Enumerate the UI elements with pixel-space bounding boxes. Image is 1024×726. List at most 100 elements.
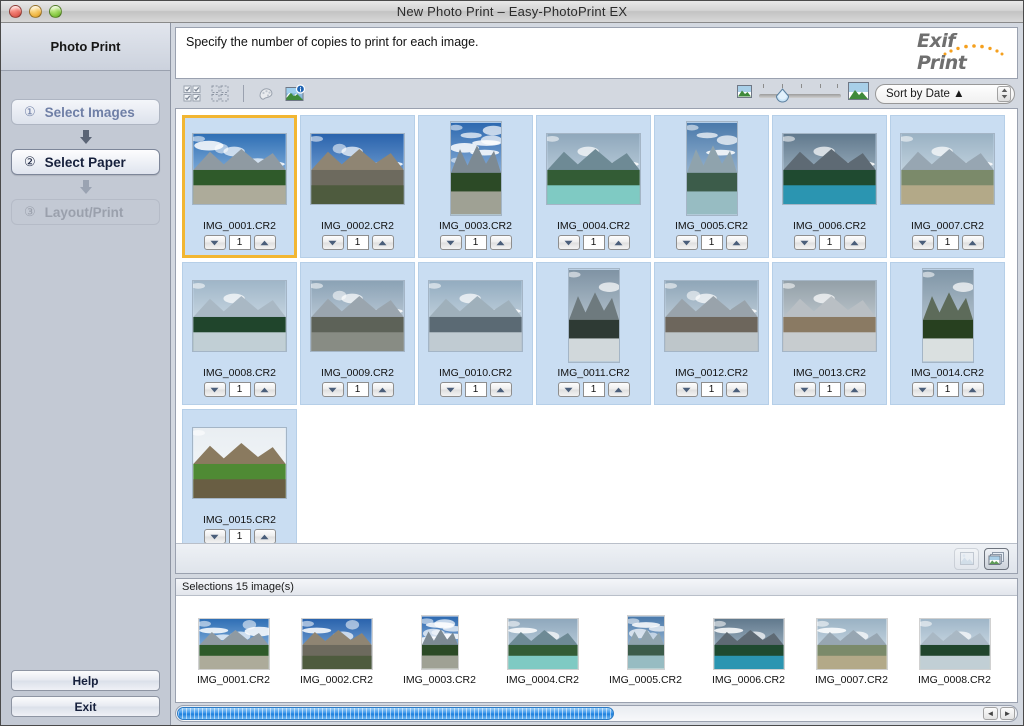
decrease-copies-button[interactable] — [911, 382, 934, 397]
thumbnail-image[interactable] — [896, 267, 999, 364]
copies-value[interactable]: 1 — [818, 235, 841, 250]
tray-item[interactable]: IMG_0007.CR2 — [800, 613, 903, 686]
decrease-copies-button[interactable] — [439, 235, 462, 250]
thumbnail-image[interactable] — [778, 120, 881, 217]
increase-copies-button[interactable] — [961, 382, 984, 397]
increase-copies-button[interactable] — [253, 529, 276, 543]
slider-thumb[interactable] — [775, 87, 790, 104]
decrease-copies-button[interactable] — [321, 235, 344, 250]
copies-value[interactable]: 1 — [936, 382, 959, 397]
sidebar-item-select-images[interactable]: ① Select Images — [11, 99, 160, 125]
thumbnail-image[interactable] — [660, 120, 763, 217]
increase-copies-button[interactable] — [843, 382, 866, 397]
tray-item[interactable]: IMG_0003.CR2 — [388, 613, 491, 686]
stacked-view-button[interactable] — [984, 547, 1009, 570]
thumbnail-card[interactable]: IMG_0011.CR2 1 — [536, 262, 651, 405]
increase-copies-button[interactable] — [725, 235, 748, 250]
select-all-icon[interactable] — [181, 83, 203, 104]
copies-value[interactable]: 1 — [700, 235, 723, 250]
tray-thumbnail[interactable] — [420, 613, 459, 670]
increase-copies-button[interactable] — [489, 382, 512, 397]
thumbnail-card[interactable]: IMG_0015.CR2 1 — [182, 409, 297, 543]
increase-copies-button[interactable] — [961, 235, 984, 250]
thumbnail-image[interactable] — [306, 267, 409, 364]
tray-thumbnail[interactable] — [506, 613, 579, 670]
copies-value[interactable]: 1 — [464, 235, 487, 250]
tray-thumbnail[interactable] — [197, 613, 270, 670]
thumbnail-image[interactable] — [424, 120, 527, 217]
thumbnail-image[interactable] — [660, 267, 763, 364]
thumbnail-card[interactable]: IMG_0007.CR2 1 — [890, 115, 1005, 258]
tray-item[interactable]: IMG_0005.CR2 — [594, 613, 697, 686]
decrease-copies-button[interactable] — [321, 382, 344, 397]
sidebar-item-select-paper[interactable]: ② Select Paper — [11, 149, 160, 175]
copies-value[interactable]: 1 — [346, 382, 369, 397]
thumbnail-image[interactable] — [188, 267, 291, 364]
copies-value[interactable]: 1 — [464, 382, 487, 397]
copies-value[interactable]: 1 — [700, 382, 723, 397]
thumbnail-image[interactable] — [424, 267, 527, 364]
thumbnail-card[interactable]: IMG_0008.CR2 1 — [182, 262, 297, 405]
thumbnail-image[interactable] — [188, 120, 291, 217]
decrease-copies-button[interactable] — [557, 382, 580, 397]
decrease-copies-button[interactable] — [911, 235, 934, 250]
decrease-copies-button[interactable] — [557, 235, 580, 250]
tray-item[interactable]: IMG_0002.CR2 — [285, 613, 388, 686]
thumbnail-card[interactable]: IMG_0004.CR2 1 — [536, 115, 651, 258]
thumbnail-image[interactable] — [542, 120, 645, 217]
thumbnail-card[interactable]: IMG_0012.CR2 1 — [654, 262, 769, 405]
decrease-copies-button[interactable] — [793, 235, 816, 250]
copies-value[interactable]: 1 — [818, 382, 841, 397]
increase-copies-button[interactable] — [607, 382, 630, 397]
copies-value[interactable]: 1 — [582, 235, 605, 250]
decrease-copies-button[interactable] — [439, 382, 462, 397]
tray-scrollbar[interactable]: ◄ ► — [175, 705, 1018, 722]
increase-copies-button[interactable] — [489, 235, 512, 250]
copies-value[interactable]: 1 — [228, 529, 251, 543]
tray-item[interactable]: IMG_0006.CR2 — [697, 613, 800, 686]
thumbnail-card[interactable]: IMG_0013.CR2 1 — [772, 262, 887, 405]
tray-thumbnail[interactable] — [300, 613, 373, 670]
increase-copies-button[interactable] — [371, 235, 394, 250]
sidebar-item-layout-print[interactable]: ③ Layout/Print — [11, 199, 160, 225]
thumbnail-image[interactable] — [542, 267, 645, 364]
increase-copies-button[interactable] — [725, 382, 748, 397]
thumbnail-card-selected[interactable]: IMG_0001.CR2 1 — [182, 115, 297, 258]
scroll-right-arrow-icon[interactable]: ► — [1000, 707, 1015, 720]
sort-stepper-arrows[interactable] — [997, 85, 1011, 102]
tray-thumbnail[interactable] — [918, 613, 991, 670]
thumbnail-card[interactable]: IMG_0009.CR2 1 — [300, 262, 415, 405]
decrease-copies-button[interactable] — [203, 382, 226, 397]
thumbnail-image[interactable] — [188, 414, 291, 511]
help-button[interactable]: Help — [11, 670, 160, 691]
sort-order-select[interactable]: Sort by Date ▲ — [875, 83, 1015, 104]
thumbnail-image[interactable] — [896, 120, 999, 217]
exit-button[interactable]: Exit — [11, 696, 160, 717]
scroll-left-arrow-icon[interactable]: ◄ — [983, 707, 998, 720]
image-information-icon[interactable]: i — [284, 83, 306, 104]
single-page-view-button[interactable] — [954, 547, 979, 570]
thumbnail-card[interactable]: IMG_0005.CR2 1 — [654, 115, 769, 258]
correct-enhance-icon[interactable] — [256, 83, 278, 104]
thumbnail-size-slider[interactable] — [759, 83, 841, 104]
tray-scrollbar-thumb[interactable] — [177, 707, 615, 720]
thumbnail-card[interactable]: IMG_0014.CR2 1 — [890, 262, 1005, 405]
copies-value[interactable]: 1 — [228, 235, 251, 250]
decrease-copies-button[interactable] — [203, 235, 226, 250]
decrease-copies-button[interactable] — [675, 382, 698, 397]
small-thumbnail-icon[interactable] — [737, 84, 752, 103]
thumbnail-card[interactable]: IMG_0006.CR2 1 — [772, 115, 887, 258]
decrease-copies-button[interactable] — [203, 529, 226, 543]
tray-item[interactable]: IMG_0008.CR2 — [903, 613, 1006, 686]
increase-copies-button[interactable] — [607, 235, 630, 250]
copies-value[interactable]: 1 — [346, 235, 369, 250]
large-thumbnail-icon[interactable] — [848, 82, 869, 105]
copies-value[interactable]: 1 — [228, 382, 251, 397]
increase-copies-button[interactable] — [253, 382, 276, 397]
tray-thumbnail[interactable] — [815, 613, 888, 670]
thumbnail-card[interactable]: IMG_0002.CR2 1 — [300, 115, 415, 258]
thumbnail-image[interactable] — [778, 267, 881, 364]
thumbnail-card[interactable]: IMG_0010.CR2 1 — [418, 262, 533, 405]
tray-item[interactable]: IMG_0004.CR2 — [491, 613, 594, 686]
tray-thumbnail[interactable] — [626, 613, 665, 670]
